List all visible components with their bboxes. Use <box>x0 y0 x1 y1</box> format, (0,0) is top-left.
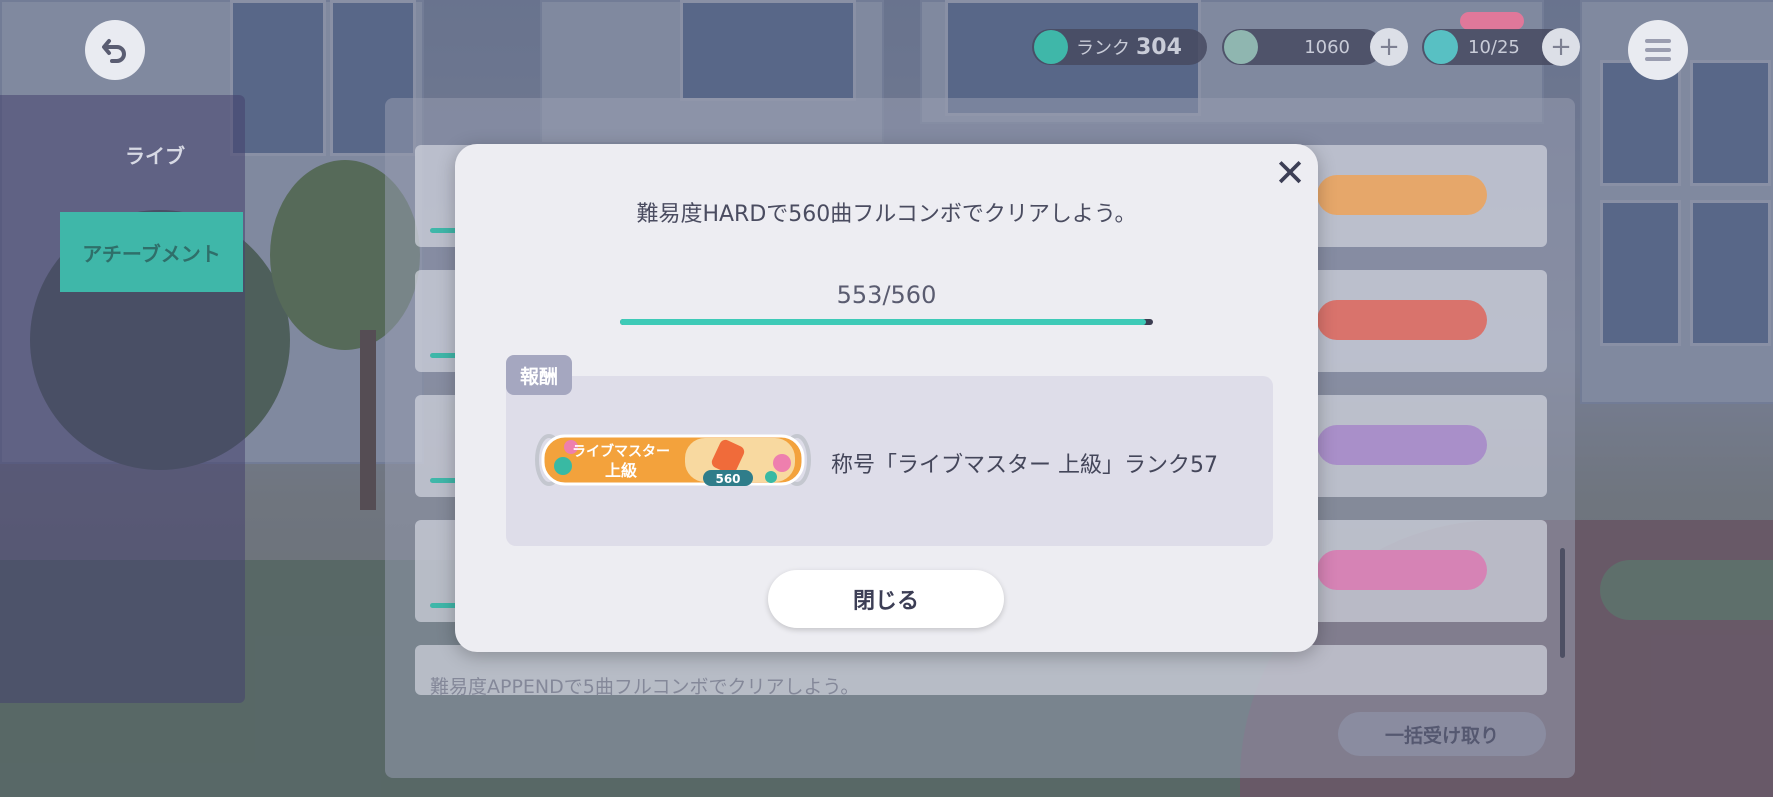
energy-value: 10/25 <box>1468 36 1520 58</box>
badge-line1: ライブマスター <box>572 443 670 460</box>
rank-display: ランク 304 <box>1032 29 1207 65</box>
crystal-plus-button[interactable]: + <box>1370 28 1408 66</box>
plus-icon: + <box>1550 32 1572 62</box>
progress-bar <box>620 319 1153 325</box>
tab-live[interactable]: ライブ <box>125 140 185 169</box>
list-item-text: 難易度APPENDで5曲フルコンボでクリアしよう。 <box>430 676 860 698</box>
plus-icon: + <box>1378 32 1400 62</box>
badge-line2: 上級 <box>605 461 637 480</box>
progress-text: 553/560 <box>836 281 937 309</box>
title-badge-image: ライブマスター 上級 560 <box>535 434 811 486</box>
tab-achievement[interactable]: アチーブメント <box>60 212 243 292</box>
progress-fill <box>620 319 1147 325</box>
rank-icon <box>1034 30 1068 64</box>
crystal-icon <box>1224 30 1258 64</box>
energy-badge <box>1460 12 1524 30</box>
reward-text: 称号「ライブマスター 上級」ランク57 <box>831 453 1218 478</box>
crystal-value: 1060 <box>1304 36 1350 58</box>
energy-icon <box>1424 30 1458 64</box>
rank-label: ランク <box>1076 38 1130 59</box>
collect-all-button[interactable]: 一括受け取り <box>1338 712 1546 756</box>
crystal-display: 1060 <box>1222 29 1382 65</box>
menu-icon <box>1645 39 1671 43</box>
back-icon <box>102 39 126 63</box>
rank-value: 304 <box>1136 34 1182 60</box>
reward-tag: 報酬 <box>506 355 572 395</box>
back-button[interactable] <box>85 20 145 80</box>
close-button[interactable]: 閉じる <box>768 570 1004 628</box>
scrollbar[interactable] <box>1560 548 1565 658</box>
energy-plus-button[interactable]: + <box>1542 28 1580 66</box>
side-tab-panel <box>0 95 245 703</box>
mission-text: 難易度HARDで560曲フルコンボでクリアしよう。 <box>636 202 1137 227</box>
badge-number: 560 <box>715 472 740 486</box>
close-icon[interactable]: ✕ <box>1270 153 1310 193</box>
menu-button[interactable] <box>1628 20 1688 80</box>
